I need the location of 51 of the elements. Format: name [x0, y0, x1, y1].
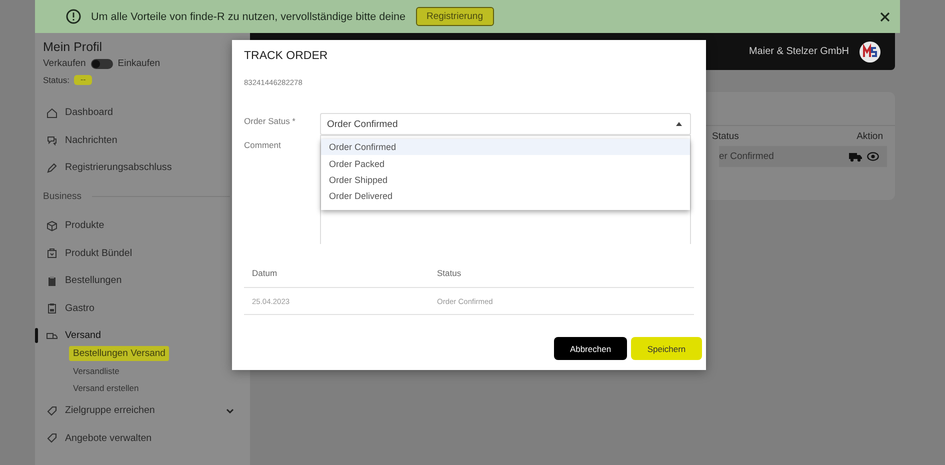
column-header: Datum — [244, 258, 429, 288]
column-header: Status — [429, 258, 694, 288]
submenu-item[interactable]: Versand erstellen — [69, 380, 143, 397]
sidebar-item[interactable]: Zielgruppe erreichen — [35, 396, 250, 424]
sidebar-item[interactable]: Produkte — [35, 212, 110, 240]
sidebar-item[interactable]: Registrierungsabschluss — [35, 154, 178, 182]
company-logo-icon — [859, 40, 881, 62]
profile-title: Mein Profil — [43, 40, 102, 54]
close-icon[interactable] — [880, 12, 890, 22]
clipboard-icon — [46, 302, 58, 314]
truck-icon[interactable] — [849, 152, 862, 162]
eye-icon[interactable] — [867, 152, 879, 161]
submenu-item[interactable]: Bestellungen Versand — [69, 346, 170, 361]
status-label: Status: — [43, 75, 70, 85]
modal-title: TRACK ORDER — [244, 50, 328, 62]
save-button[interactable]: Speichern — [631, 337, 702, 360]
dropdown-option[interactable]: Order Confirmed — [321, 139, 690, 156]
sidebar-item[interactable]: Bestellungen — [35, 266, 128, 295]
field-label: Order Satus * — [244, 115, 296, 128]
sidebar-item[interactable]: Produkt Bündel — [35, 239, 138, 267]
info-icon — [66, 9, 81, 24]
chat-icon — [46, 134, 58, 146]
tag-icon — [46, 404, 58, 417]
clipboard-icon — [46, 274, 58, 287]
status-badge: -- — [74, 75, 92, 85]
registration-button[interactable]: Registrierung — [416, 7, 494, 26]
sidebar-item[interactable]: Angebote verwalten — [35, 424, 158, 452]
status-select[interactable]: Order Confirmed — [320, 113, 691, 135]
toggle-label: Verkaufen — [43, 58, 86, 69]
toggle-label: Einkaufen — [118, 58, 160, 69]
pencil-icon — [46, 162, 58, 174]
dropdown-option[interactable]: Order Shipped — [321, 172, 690, 188]
column-header: Status — [712, 131, 739, 144]
mode-toggle[interactable] — [90, 58, 113, 68]
bag-icon — [46, 247, 58, 260]
sidebar-item[interactable]: Nachrichten — [35, 126, 124, 154]
banner-message: Um alle Vorteile von finde-R zu nutzen, vervollständige bitte deine — [91, 10, 406, 22]
cancel-button[interactable]: Abbrechen — [554, 337, 627, 360]
dropdown-option[interactable]: Order Delivered — [321, 188, 690, 205]
dropdown-option[interactable]: Order Packed — [321, 155, 690, 172]
table-cell: er Confirmed — [719, 151, 774, 162]
company-name: Maier & Stelzer GmbH — [748, 46, 849, 57]
tag-icon — [46, 432, 58, 444]
sidebar-item[interactable]: Dashboard — [35, 99, 119, 127]
sidebar-item[interactable]: Gastro — [35, 294, 100, 322]
column-header: Aktion — [856, 131, 883, 144]
home-icon — [46, 106, 58, 119]
box-icon — [46, 220, 58, 232]
section-heading: Business — [43, 191, 82, 202]
submenu-item[interactable]: Versandliste — [69, 362, 124, 380]
field-label: Comment — [244, 139, 281, 152]
